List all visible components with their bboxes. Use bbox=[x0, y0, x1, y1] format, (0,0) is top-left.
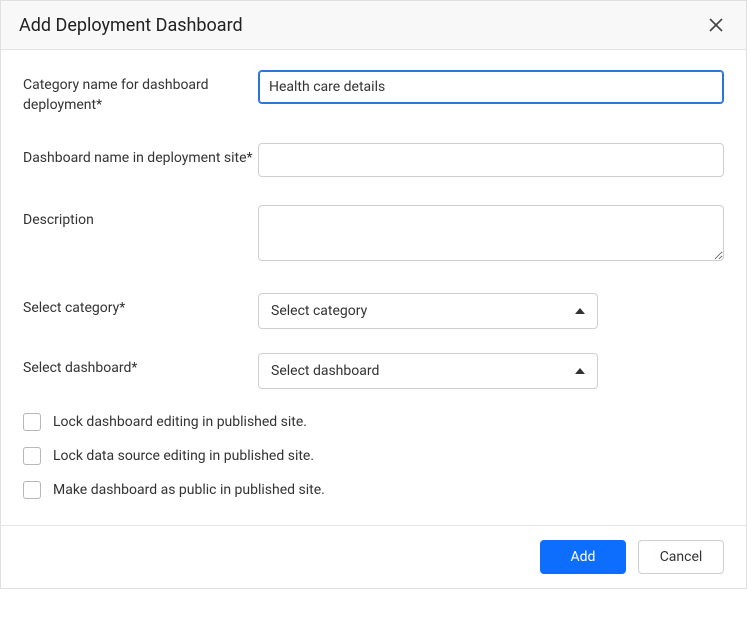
add-deployment-dashboard-dialog: Add Deployment Dashboard Category name f… bbox=[0, 0, 747, 589]
close-button[interactable] bbox=[704, 13, 728, 37]
checkbox-lock-datasource[interactable] bbox=[23, 447, 41, 465]
select-dashboard-value: Select dashboard bbox=[271, 363, 379, 379]
checkbox-row-make-public: Make dashboard as public in published si… bbox=[23, 481, 724, 499]
row-dashboard-name: Dashboard name in deployment site* bbox=[23, 143, 724, 177]
checkbox-row-lock-datasource: Lock data source editing in published si… bbox=[23, 447, 724, 465]
select-dashboard-dropdown[interactable]: Select dashboard bbox=[258, 353, 598, 389]
label-category-name: Category name for dashboard deployment* bbox=[23, 70, 258, 115]
dialog-body: Category name for dashboard deployment* … bbox=[1, 50, 746, 525]
select-category-value: Select category bbox=[271, 303, 367, 319]
caret-up-icon bbox=[575, 308, 585, 314]
add-button[interactable]: Add bbox=[540, 540, 626, 574]
checkbox-make-public[interactable] bbox=[23, 481, 41, 499]
checkbox-label-lock-datasource: Lock data source editing in published si… bbox=[53, 448, 314, 464]
category-name-input[interactable] bbox=[258, 70, 724, 104]
label-select-category: Select category* bbox=[23, 293, 258, 319]
close-icon bbox=[708, 21, 724, 36]
dashboard-name-input[interactable] bbox=[258, 143, 724, 177]
cancel-button[interactable]: Cancel bbox=[638, 540, 724, 574]
label-dashboard-name: Dashboard name in deployment site* bbox=[23, 143, 258, 169]
dialog-title: Add Deployment Dashboard bbox=[19, 15, 243, 36]
row-category-name: Category name for dashboard deployment* bbox=[23, 70, 724, 115]
checkbox-label-make-public: Make dashboard as public in published si… bbox=[53, 482, 325, 498]
checkbox-label-lock-dashboard: Lock dashboard editing in published site… bbox=[53, 414, 307, 430]
label-select-dashboard: Select dashboard* bbox=[23, 353, 258, 379]
row-select-category: Select category* Select category bbox=[23, 293, 724, 329]
description-textarea[interactable] bbox=[258, 205, 724, 261]
label-description: Description bbox=[23, 205, 258, 231]
select-category-dropdown[interactable]: Select category bbox=[258, 293, 598, 329]
row-select-dashboard: Select dashboard* Select dashboard bbox=[23, 353, 724, 389]
dialog-header: Add Deployment Dashboard bbox=[1, 1, 746, 50]
dialog-footer: Add Cancel bbox=[1, 525, 746, 588]
row-description: Description bbox=[23, 205, 724, 265]
checkbox-lock-dashboard[interactable] bbox=[23, 413, 41, 431]
checkbox-row-lock-dashboard: Lock dashboard editing in published site… bbox=[23, 413, 724, 431]
checkbox-group: Lock dashboard editing in published site… bbox=[23, 413, 724, 499]
caret-up-icon bbox=[575, 368, 585, 374]
